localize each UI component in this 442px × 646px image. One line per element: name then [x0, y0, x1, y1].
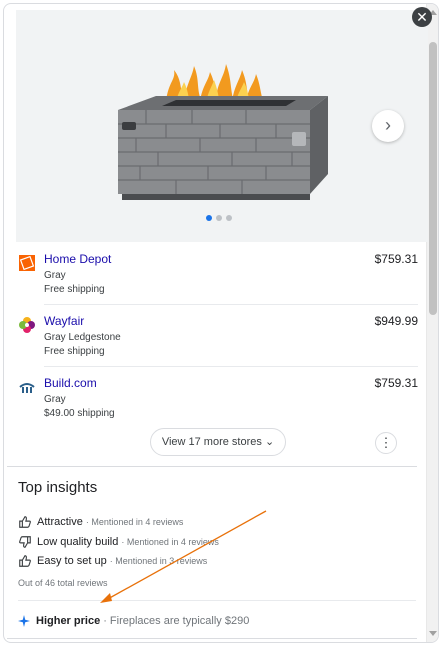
view-more-stores-label: View 17 more stores — [161, 436, 262, 448]
store-variant: Gray Ledgestone — [44, 332, 121, 343]
store-shipping: $49.00 shipping — [44, 408, 115, 419]
price-insight-meta: · Fireplaces are typically $290 — [103, 615, 250, 627]
close-button[interactable]: ✕ — [412, 7, 432, 27]
product-panel: › ✕ Home Depot Gray Free shipping $759.3… — [3, 3, 439, 643]
store-variant: Gray — [44, 270, 66, 281]
insight-label: Easy to set up — [37, 555, 107, 567]
section-divider — [7, 466, 417, 467]
carousel-dot[interactable] — [226, 215, 232, 221]
home-depot-logo-icon — [19, 255, 35, 271]
divider — [18, 600, 416, 601]
next-image-button[interactable]: › — [372, 110, 404, 142]
store-price: $949.99 — [374, 314, 418, 328]
store-row-build-com[interactable]: Build.com Gray $49.00 shipping $759.31 — [16, 376, 418, 424]
total-reviews: Out of 46 total reviews — [18, 578, 108, 588]
section-divider — [7, 638, 417, 639]
store-name[interactable]: Wayfair — [44, 314, 84, 328]
more-options-button[interactable]: ⋮ — [375, 432, 397, 454]
thumbs-up-icon — [19, 516, 31, 528]
insight-label: Attractive — [37, 516, 83, 528]
insight-meta: · Mentioned in 3 reviews — [109, 556, 208, 566]
sparkle-icon — [18, 615, 30, 627]
store-row-wayfair[interactable]: Wayfair Gray Ledgestone Free shipping $9… — [16, 314, 418, 362]
build-com-logo-icon — [19, 383, 35, 393]
store-variant: Gray — [44, 394, 66, 405]
carousel-dots — [206, 215, 232, 221]
price-insight-label: Higher price — [36, 615, 101, 627]
product-image-carousel: › — [16, 10, 428, 242]
price-insight: Higher price · Fireplaces are typically … — [18, 615, 249, 627]
wayfair-logo-icon — [19, 317, 35, 333]
fire-pit-image — [118, 64, 328, 200]
store-shipping: Free shipping — [44, 284, 105, 295]
store-shipping: Free shipping — [44, 346, 105, 357]
insight-meta: · Mentioned in 4 reviews — [85, 517, 184, 527]
insight-item: Attractive · Mentioned in 4 reviews — [18, 515, 183, 529]
insight-label: Low quality build — [37, 536, 119, 548]
insights-title: Top insights — [18, 479, 98, 496]
thumbs-up-icon — [19, 555, 31, 567]
thumbs-down-icon — [19, 536, 31, 548]
chevron-down-icon: ⌄ — [264, 436, 275, 448]
scroll-thumb[interactable] — [429, 42, 437, 315]
store-row-home-depot[interactable]: Home Depot Gray Free shipping $759.31 — [16, 252, 418, 300]
insight-item: Low quality build · Mentioned in 4 revie… — [18, 535, 219, 549]
store-price: $759.31 — [374, 376, 418, 390]
insight-item: Easy to set up · Mentioned in 3 reviews — [18, 554, 207, 568]
insight-meta: · Mentioned in 4 reviews — [121, 537, 219, 547]
carousel-dot[interactable] — [206, 215, 212, 221]
divider — [44, 304, 418, 305]
divider — [44, 366, 418, 367]
carousel-dot[interactable] — [216, 215, 222, 221]
store-name[interactable]: Home Depot — [44, 252, 111, 266]
store-name[interactable]: Build.com — [44, 376, 97, 390]
store-price: $759.31 — [374, 252, 418, 266]
view-more-stores-button[interactable]: View 17 more stores ⌄ — [150, 428, 286, 456]
scroll-down-arrow-icon[interactable] — [429, 631, 437, 636]
